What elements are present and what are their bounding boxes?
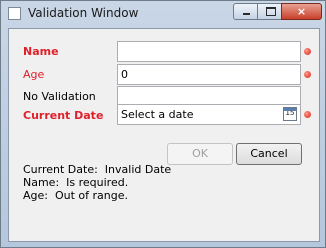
window-title: Validation Window (28, 6, 139, 20)
cancel-button[interactable]: Cancel (236, 143, 302, 165)
dialog-content: Name Age 0 No Validation Current Date Se… (8, 28, 320, 242)
summary-line-name: Name: Is required. (23, 176, 129, 189)
age-error-indicator (304, 71, 311, 78)
current-date-picker[interactable]: Select a date 15 (117, 104, 301, 125)
name-error-indicator (304, 48, 311, 55)
maximize-icon (266, 7, 276, 16)
summary-line-age: Age: Out of range. (23, 189, 128, 202)
age-label: Age (23, 68, 45, 81)
minimize-button[interactable] (233, 3, 258, 20)
current-date-label: Current Date (23, 109, 104, 122)
name-label: Name (23, 45, 59, 58)
window-icon (8, 7, 21, 20)
calendar-icon[interactable]: 15 (283, 107, 297, 121)
title-bar[interactable]: Validation Window × (1, 1, 325, 27)
validation-window: Validation Window × Name Age 0 No Valida… (0, 0, 326, 248)
maximize-button[interactable] (257, 3, 282, 20)
age-field[interactable]: 0 (117, 64, 301, 85)
minimize-icon (243, 13, 250, 15)
close-icon: × (296, 5, 307, 18)
no-validation-label: No Validation (23, 90, 96, 103)
ok-button[interactable]: OK (167, 143, 233, 165)
close-button[interactable]: × (281, 3, 322, 20)
date-placeholder: Select a date (121, 108, 194, 121)
summary-line-date: Current Date: Invalid Date (23, 163, 172, 176)
name-field[interactable] (117, 41, 301, 62)
current-date-error-indicator (304, 111, 311, 118)
